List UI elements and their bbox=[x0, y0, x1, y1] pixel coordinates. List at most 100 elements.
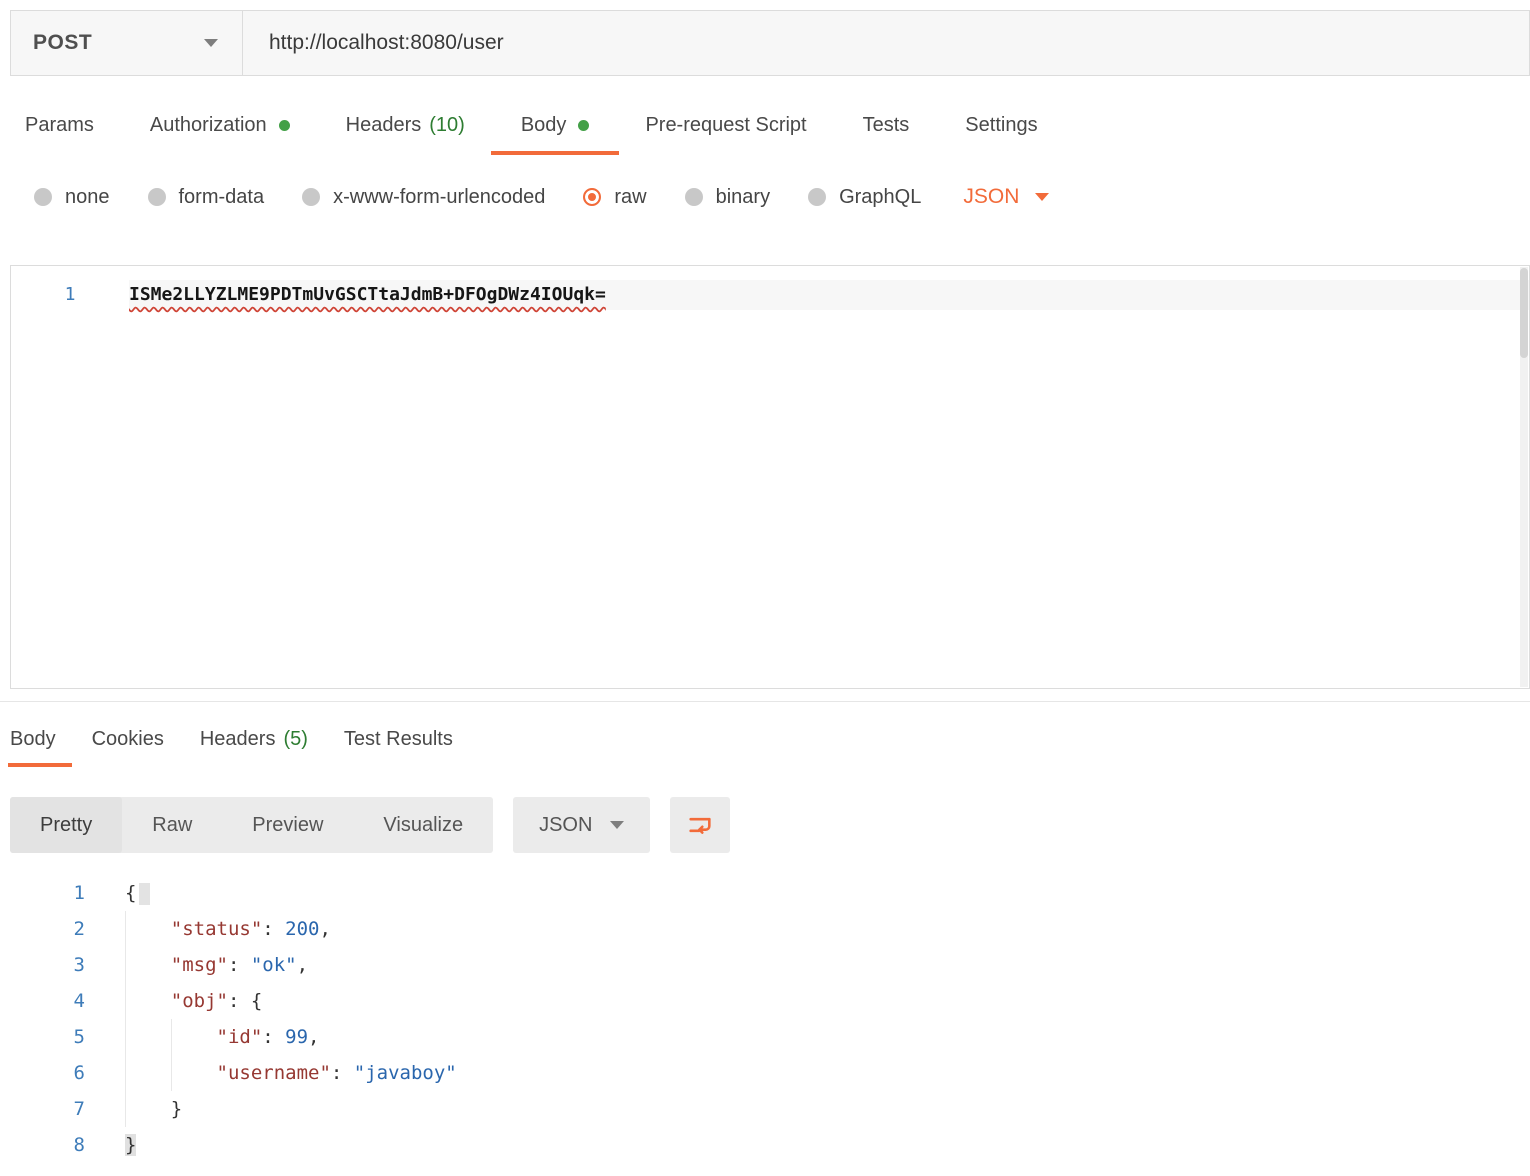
editor-active-line[interactable]: ISMe2LLYZLME9PDTmUvGSCTtaJdmB+DFOgDWz4IO… bbox=[129, 280, 1529, 310]
chevron-down-icon bbox=[1035, 193, 1049, 201]
tab-label: Authorization bbox=[150, 114, 267, 137]
status-dot bbox=[578, 120, 589, 131]
indent-guide bbox=[125, 1019, 171, 1055]
body-type-x-www-form-urlencoded[interactable]: x-www-form-urlencoded bbox=[302, 186, 545, 209]
token: , bbox=[297, 954, 308, 976]
request-url-bar: POST http://localhost:8080/user bbox=[10, 10, 1530, 76]
cursor-highlight bbox=[139, 883, 150, 905]
body-format-label: JSON bbox=[963, 185, 1019, 209]
code-line: 5 "id": 99, bbox=[10, 1019, 1530, 1055]
line-number: 3 bbox=[10, 947, 85, 983]
tab-tests[interactable]: Tests bbox=[863, 114, 910, 155]
chevron-down-icon bbox=[610, 821, 624, 829]
indent-guide bbox=[125, 1055, 171, 1091]
wrap-text-icon bbox=[686, 811, 714, 839]
code-line: 1{ bbox=[10, 875, 1530, 911]
token: "id" bbox=[217, 1026, 263, 1048]
code-text: } bbox=[125, 1091, 182, 1127]
token: "status" bbox=[171, 918, 263, 940]
response-tab-test-results[interactable]: Test Results bbox=[344, 728, 453, 767]
tab-label: Body bbox=[10, 728, 56, 751]
tab-label: Pre-request Script bbox=[645, 114, 806, 137]
line-number: 5 bbox=[10, 1019, 85, 1055]
response-format-label: JSON bbox=[539, 814, 592, 837]
token: : bbox=[262, 918, 285, 940]
tab-body[interactable]: Body bbox=[521, 114, 590, 155]
editor-text: ISMe2LLYZLME9PDTmUvGSCTtaJdmB+DFOgDWz4IO… bbox=[129, 284, 606, 305]
view-visualize[interactable]: Visualize bbox=[353, 797, 493, 853]
token: "ok" bbox=[251, 954, 297, 976]
tab-settings[interactable]: Settings bbox=[965, 114, 1037, 155]
tab-label: Tests bbox=[863, 114, 910, 137]
tab-label: Headers bbox=[200, 728, 276, 751]
radio-label: binary bbox=[716, 186, 770, 209]
tab-label: Headers bbox=[346, 114, 422, 137]
view-raw[interactable]: Raw bbox=[122, 797, 222, 853]
code-text: "username": "javaboy" bbox=[125, 1055, 457, 1091]
code-line: 3 "msg": "ok", bbox=[10, 947, 1530, 983]
tab-label: Params bbox=[25, 114, 94, 137]
code-text: "msg": "ok", bbox=[125, 947, 308, 983]
body-type-graphql[interactable]: GraphQL bbox=[808, 186, 921, 209]
code-line: 4"obj": { bbox=[10, 983, 1530, 1019]
request-body-editor[interactable]: 1 ISMe2LLYZLME9PDTmUvGSCTtaJdmB+DFOgDWz4… bbox=[10, 265, 1530, 689]
body-type-raw[interactable]: raw bbox=[583, 186, 646, 209]
token: : bbox=[262, 1026, 285, 1048]
token: , bbox=[319, 918, 330, 940]
tab-params[interactable]: Params bbox=[25, 114, 94, 155]
tab-label: Body bbox=[521, 114, 567, 137]
tab-pre-request-script[interactable]: Pre-request Script bbox=[645, 114, 806, 155]
code-line: 7} bbox=[10, 1091, 1530, 1127]
radio-icon bbox=[685, 188, 703, 206]
view-preview[interactable]: Preview bbox=[222, 797, 353, 853]
indent-guide bbox=[125, 1091, 171, 1127]
view-pretty[interactable]: Pretty bbox=[10, 797, 122, 853]
radio-icon bbox=[148, 188, 166, 206]
response-code: 1{2"status": 200,3"msg": "ok",4"obj": {5… bbox=[10, 875, 1530, 1163]
code-line: 6"username": "javaboy" bbox=[10, 1055, 1530, 1091]
indent-guide bbox=[125, 911, 171, 947]
tab-headers[interactable]: Headers(10) bbox=[346, 114, 465, 155]
indent-guide bbox=[125, 983, 171, 1019]
radio-label: none bbox=[65, 186, 110, 209]
line-number: 7 bbox=[10, 1091, 85, 1127]
token: 99 bbox=[285, 1026, 308, 1048]
method-selector[interactable]: POST bbox=[11, 11, 243, 75]
token: "obj" bbox=[171, 990, 228, 1012]
tab-authorization[interactable]: Authorization bbox=[150, 114, 290, 155]
code-text: "id": 99, bbox=[125, 1019, 320, 1055]
code-text: "status": 200, bbox=[125, 911, 331, 947]
editor-scrollbar-thumb[interactable] bbox=[1520, 268, 1528, 358]
radio-icon bbox=[34, 188, 52, 206]
line-number: 1 bbox=[10, 875, 85, 911]
body-type-form-data[interactable]: form-data bbox=[148, 186, 265, 209]
line-number: 8 bbox=[10, 1127, 85, 1163]
token: : bbox=[228, 954, 251, 976]
code-text: { bbox=[125, 875, 150, 911]
code-text: } bbox=[125, 1127, 136, 1163]
radio-icon bbox=[808, 188, 826, 206]
line-number: 2 bbox=[10, 911, 85, 947]
token: { bbox=[125, 882, 136, 904]
body-type-binary[interactable]: binary bbox=[685, 186, 770, 209]
wrap-text-button[interactable] bbox=[670, 797, 730, 853]
method-label: POST bbox=[33, 31, 92, 55]
response-toolbar: PrettyRawPreviewVisualize JSON bbox=[10, 797, 1530, 853]
request-tabs: Params Authorization Headers(10) Body Pre-re… bbox=[10, 114, 1530, 155]
token: } bbox=[171, 1098, 182, 1120]
response-tab-body[interactable]: Body bbox=[10, 728, 56, 767]
body-format-select[interactable]: JSON bbox=[963, 185, 1049, 209]
response-tab-headers[interactable]: Headers(5) bbox=[200, 728, 308, 767]
body-type-none[interactable]: none bbox=[34, 186, 110, 209]
editor-line: 1 ISMe2LLYZLME9PDTmUvGSCTtaJdmB+DFOgDWz4… bbox=[11, 266, 1529, 310]
token: } bbox=[125, 1134, 136, 1156]
response-tab-cookies[interactable]: Cookies bbox=[92, 728, 164, 767]
indent-guide bbox=[171, 1019, 217, 1055]
indent-guide bbox=[125, 947, 171, 983]
token: "username" bbox=[217, 1062, 331, 1084]
postman-app: POST http://localhost:8080/user Params Au… bbox=[0, 10, 1530, 1163]
code-line: 8} bbox=[10, 1127, 1530, 1163]
response-format-select[interactable]: JSON bbox=[513, 797, 650, 853]
tab-label: Test Results bbox=[344, 728, 453, 751]
url-input[interactable]: http://localhost:8080/user bbox=[243, 11, 1529, 75]
